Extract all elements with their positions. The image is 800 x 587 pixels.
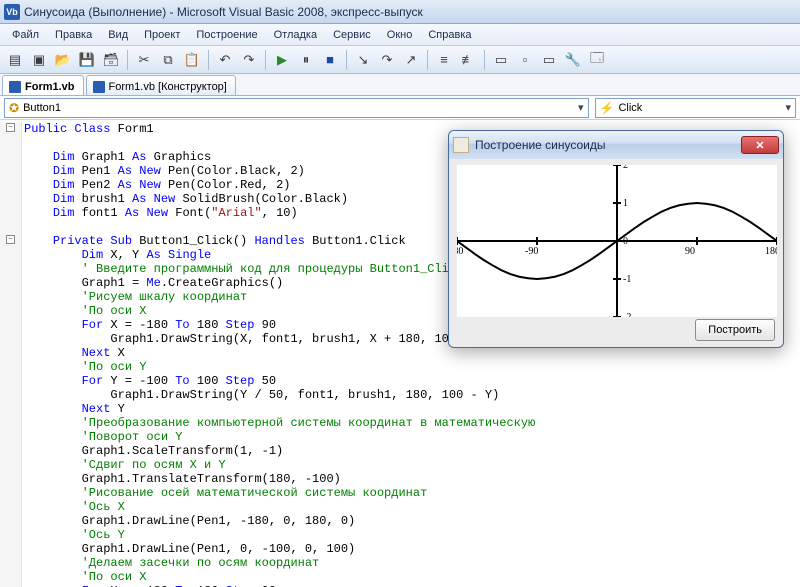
output-window-title: Построение синусоиды bbox=[475, 138, 606, 152]
undo-button[interactable]: ↶ bbox=[214, 49, 236, 71]
event-combo[interactable]: ⚡ Click ▾ bbox=[595, 98, 797, 118]
titlebar: Vb Синусоида (Выполнение) - Microsoft Vi… bbox=[0, 0, 800, 24]
run-button[interactable]: ▶ bbox=[271, 49, 293, 71]
svg-text:0: 0 bbox=[623, 236, 628, 247]
toolbar: ▤ ▣ 📂 💾 🗃 ✂ ⧉ 📋 ↶ ↷ ▶ ⏸ ■ ↘ ↷ ↗ ≡ ≢ ▭ ▫ … bbox=[0, 46, 800, 74]
tab-icon bbox=[93, 81, 105, 93]
code-gutter: − − bbox=[0, 122, 22, 587]
menu-файл[interactable]: Файл bbox=[4, 26, 47, 44]
svg-text:-180: -180 bbox=[457, 246, 463, 257]
svg-text:-90: -90 bbox=[525, 246, 538, 257]
save-all-button[interactable]: 🗃 bbox=[100, 49, 122, 71]
output-body: -180 -90 90 180 -2 -1 0 1 2 Построить bbox=[449, 159, 783, 347]
properties-button[interactable]: 🗔 bbox=[586, 49, 608, 71]
tab-label: Form1.vb bbox=[25, 81, 75, 93]
tab-icon bbox=[9, 81, 21, 93]
separator bbox=[346, 50, 347, 70]
app-icon: Vb bbox=[4, 4, 20, 20]
menu-окно[interactable]: Окно bbox=[379, 26, 421, 44]
step-over-button[interactable]: ↷ bbox=[376, 49, 398, 71]
window-button[interactable]: ▭ bbox=[490, 49, 512, 71]
separator bbox=[427, 50, 428, 70]
close-button[interactable]: ✕ bbox=[741, 136, 779, 154]
tab-label: Form1.vb [Конструктор] bbox=[109, 81, 227, 93]
new-project-button[interactable]: ▤ bbox=[4, 49, 26, 71]
menu-справка[interactable]: Справка bbox=[420, 26, 479, 44]
object-combo[interactable]: ✪ Button1 ▾ bbox=[4, 98, 589, 118]
save-button[interactable]: 💾 bbox=[76, 49, 98, 71]
menu-сервис[interactable]: Сервис bbox=[325, 26, 379, 44]
window2-button[interactable]: ▫ bbox=[514, 49, 536, 71]
copy-button[interactable]: ⧉ bbox=[157, 49, 179, 71]
add-item-button[interactable]: ▣ bbox=[28, 49, 50, 71]
svg-text:180: 180 bbox=[765, 246, 777, 257]
fold-toggle[interactable]: − bbox=[6, 235, 15, 244]
svg-text:2: 2 bbox=[623, 165, 628, 171]
open-button[interactable]: 📂 bbox=[52, 49, 74, 71]
comment-button[interactable]: ≡ bbox=[433, 49, 455, 71]
redo-button[interactable]: ↷ bbox=[238, 49, 260, 71]
tab-form1-vb-[interactable]: Form1.vb [Конструктор] bbox=[86, 75, 236, 95]
event-icon: ⚡ bbox=[600, 101, 615, 115]
uncomment-button[interactable]: ≢ bbox=[457, 49, 479, 71]
member-selector-row: ✪ Button1 ▾ ⚡ Click ▾ bbox=[0, 96, 800, 120]
svg-text:1: 1 bbox=[623, 198, 628, 209]
separator bbox=[127, 50, 128, 70]
menu-отладка[interactable]: Отладка bbox=[266, 26, 325, 44]
sine-plot: -180 -90 90 180 -2 -1 0 1 2 bbox=[457, 165, 777, 317]
event-combo-text: Click bbox=[618, 102, 642, 114]
build-button-label: Построить bbox=[708, 324, 762, 336]
paste-button[interactable]: 📋 bbox=[181, 49, 203, 71]
window3-button[interactable]: ▭ bbox=[538, 49, 560, 71]
object-icon: ✪ bbox=[9, 101, 19, 115]
step-out-button[interactable]: ↗ bbox=[400, 49, 422, 71]
chevron-down-icon: ▾ bbox=[785, 101, 791, 114]
build-button[interactable]: Построить bbox=[695, 319, 775, 341]
tab-form1-vb[interactable]: Form1.vb bbox=[2, 75, 84, 95]
form-icon bbox=[453, 137, 469, 153]
step-into-button[interactable]: ↘ bbox=[352, 49, 374, 71]
document-tabs: Form1.vb Form1.vb [Конструктор] bbox=[0, 74, 800, 96]
window-title: Синусоида (Выполнение) - Microsoft Visua… bbox=[24, 5, 423, 19]
menu-построение[interactable]: Построение bbox=[188, 26, 265, 44]
toolbox-button[interactable]: 🔧 bbox=[562, 49, 584, 71]
svg-text:-1: -1 bbox=[623, 274, 631, 285]
output-window[interactable]: Построение синусоиды ✕ -180 -90 90 180 -2 -1 0… bbox=[448, 130, 784, 348]
cut-button[interactable]: ✂ bbox=[133, 49, 155, 71]
pause-button[interactable]: ⏸ bbox=[295, 49, 317, 71]
svg-text:-2: -2 bbox=[623, 312, 631, 317]
separator bbox=[208, 50, 209, 70]
stop-button[interactable]: ■ bbox=[319, 49, 341, 71]
output-titlebar[interactable]: Построение синусоиды ✕ bbox=[449, 131, 783, 159]
menu-правка[interactable]: Правка bbox=[47, 26, 100, 44]
separator bbox=[265, 50, 266, 70]
chevron-down-icon: ▾ bbox=[578, 101, 584, 114]
object-combo-text: Button1 bbox=[23, 102, 61, 114]
separator bbox=[484, 50, 485, 70]
menu-проект[interactable]: Проект bbox=[136, 26, 188, 44]
menubar: ФайлПравкаВидПроектПостроениеОтладкаСерв… bbox=[0, 24, 800, 46]
plot-svg: -180 -90 90 180 -2 -1 0 1 2 bbox=[457, 165, 777, 317]
menu-вид[interactable]: Вид bbox=[100, 26, 136, 44]
svg-text:90: 90 bbox=[685, 246, 695, 257]
fold-toggle[interactable]: − bbox=[6, 123, 15, 132]
